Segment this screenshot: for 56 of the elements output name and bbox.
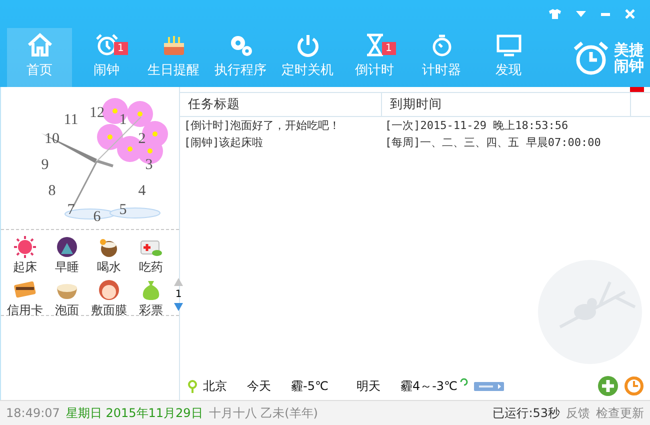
corner-marker [630,87,644,92]
clock-numeral: 4 [138,183,146,199]
clock-history-icon[interactable] [624,376,644,396]
girl-icon [97,279,121,301]
add-icon[interactable] [598,376,618,396]
page-number: 1 [175,289,182,300]
current-time: 18:49:07 [6,406,60,420]
dropdown-icon[interactable] [576,11,586,17]
shirt-icon[interactable] [549,9,561,19]
nav-tab[interactable]: 1 闹钟 [74,28,139,87]
column-header[interactable]: 到期时间 [382,93,631,116]
close-icon[interactable] [625,9,635,19]
quick-reminder-item[interactable]: 喝水 [88,236,130,276]
clock-numeral: 11 [64,112,78,128]
power-icon [294,32,320,56]
clock-numeral: 5 [119,202,127,218]
alarm-clock-icon [572,40,610,76]
clock-numeral: 8 [48,183,56,199]
quick-reminder-item[interactable]: 敷面膜 [88,279,130,319]
count-badge: 1 [114,42,128,54]
today-label: 今天 [247,378,271,394]
refresh-icon[interactable] [460,378,468,386]
lunar-date: 十月十八 乙未(羊年) [208,404,318,422]
scroll-down-icon[interactable] [174,303,183,311]
count-badge: 1 [382,42,396,54]
city-name[interactable]: 北京 [203,378,227,394]
table-cell-text: [闹钟]该起床啦 [183,135,264,151]
quick-reminder-item[interactable]: 信用卡 [4,279,46,319]
monitor-icon [496,32,522,56]
sun-icon [13,236,37,258]
quick-reminder-item[interactable]: 早睡 [46,236,88,276]
scroll-up-icon[interactable] [174,278,183,286]
tomorrow-weather: 霾4～-3℃ [400,378,458,394]
more-tag-icon[interactable] [474,382,504,390]
alarm-clock-icon [94,32,120,56]
table-cell-text: [一次]2015-11-29 晚上18:53:56 [384,118,568,134]
table-cell-text: [倒计时]泡面好了，开始吃吧！ [183,118,342,134]
location-pin-icon [188,380,197,392]
logo-text: 美捷 闹钟 [614,42,644,74]
quick-reminder-item[interactable]: 起床 [4,236,46,276]
current-date: 星期日 2015年11月29日 [66,404,203,422]
clock-numeral: 7 [67,202,75,218]
quick-reminder-item[interactable]: 泡面 [46,279,88,319]
today-weather: 霾-5℃ [291,378,328,394]
table-cell-text: [每周]一、二、三、四、五 早晨07:00:00 [384,135,601,151]
clock-numeral: 6 [93,209,101,225]
quick-reminder-item[interactable]: 彩票 [130,279,172,319]
minimize-icon[interactable] [601,12,610,16]
nav-tab[interactable]: 1 倒计时 [342,28,407,87]
uptime-text: 已运行:53秒 [492,404,560,422]
home-icon [26,32,52,56]
column-header[interactable]: 任务标题 [180,93,382,116]
tomorrow-label: 明天 [356,378,380,394]
tent-icon [55,236,79,258]
clock-numeral: 9 [41,157,49,173]
quick-reminder-item[interactable]: 吃药 [130,236,172,276]
